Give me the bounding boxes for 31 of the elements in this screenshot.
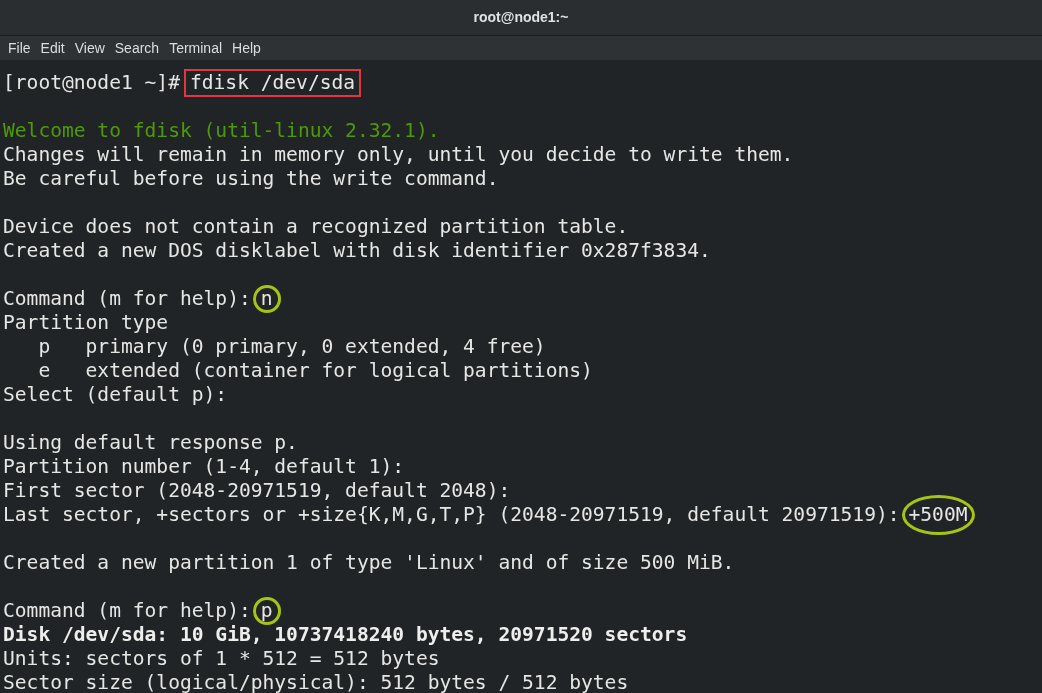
typed-command: fdisk /dev/sda (183, 69, 362, 97)
menu-item[interactable]: Help (227, 37, 266, 59)
output-line: Using default response p. (3, 431, 298, 455)
typed-command: n (252, 285, 281, 313)
menu-item[interactable]: Terminal (164, 37, 228, 59)
output-line: Select (default p): (3, 383, 228, 407)
output-line: Created a new partition 1 of type 'Linux' and of size 500 MiB. (3, 551, 735, 575)
prompt-text: [root@node1 ~]# (3, 71, 180, 95)
output-line: Sector size (logical/physical): 512 bytes / 512 bytes (3, 671, 629, 693)
window-title: root@node1:~ (473, 8, 569, 27)
typed-command: p (252, 597, 281, 625)
output-line: Partition number (1-4, default 1): (3, 455, 405, 479)
output-line: Be careful before using the write command. (3, 167, 499, 191)
prompt-text: Command (m for help): (3, 287, 251, 311)
output-line: First sector (2048-20971519, default 2048): (3, 479, 511, 503)
output-line: Units: sectors of 1 * 512 = 512 bytes (3, 647, 440, 671)
output-line: e extended (container for logical partitions) (37, 359, 593, 383)
output-line: p primary (0 primary, 0 extended, 4 free) (37, 335, 546, 359)
output-line: Changes will remain in memory only, until you decide to write them. (3, 143, 794, 167)
prompt-text: Last sector, +sectors or +size{K,M,G,T,P} (2048-20971519, default 20971519): (3, 503, 900, 527)
output-line: Device does not contain a recognized partition table. (3, 215, 629, 239)
output-line: Partition type (3, 311, 169, 335)
output-line: Disk /dev/sda: 10 GiB, 10737418240 bytes, 20971520 sectors (3, 623, 688, 647)
prompt-text: Command (m for help): (3, 599, 251, 623)
typed-command: +500M (901, 495, 975, 535)
menu-item[interactable]: File (3, 37, 36, 59)
menu-item[interactable]: Search (109, 37, 165, 59)
output-line: Created a new DOS disklabel with disk identifier 0x287f3834. (3, 239, 711, 263)
menu-item[interactable]: View (69, 37, 110, 59)
menu-item[interactable]: Edit (35, 37, 70, 59)
output-line: Welcome to fdisk (util-linux 2.32.1). (3, 119, 440, 143)
